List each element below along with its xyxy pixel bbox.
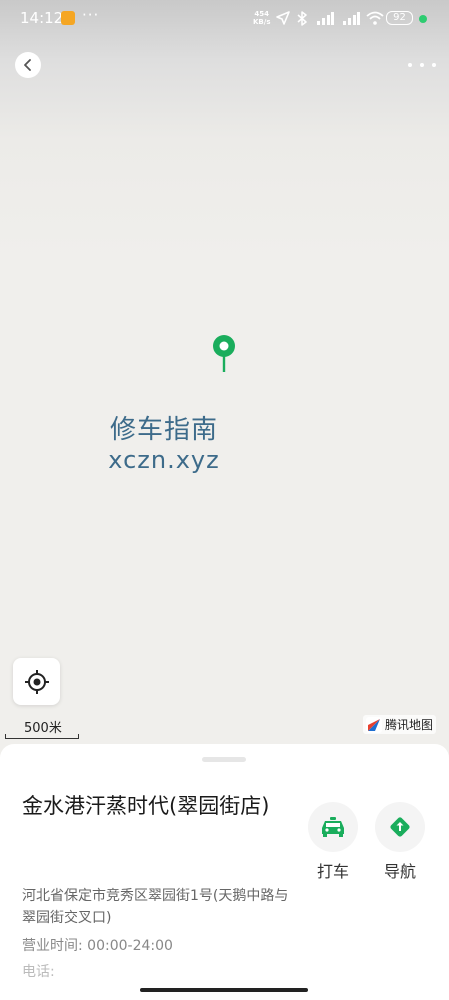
map-pin-icon[interactable] — [212, 334, 236, 374]
watermark: 修车指南 xczn.xyz — [107, 414, 221, 474]
more-menu-button[interactable] — [408, 52, 436, 78]
status-more-dots: ··· — [82, 6, 100, 24]
more-icon — [408, 63, 412, 67]
notification-app-icon — [61, 11, 75, 25]
poi-hours: 营业时间: 00:00-24:00 — [22, 938, 173, 954]
locate-icon — [24, 669, 49, 694]
net-speed-unit: KB/s — [253, 18, 271, 26]
navigate-label: 导航 — [383, 862, 416, 881]
map-view[interactable] — [0, 0, 449, 760]
net-speed-value: 454 — [254, 10, 270, 18]
location-arrow-icon — [276, 11, 290, 25]
poi-bottom-sheet[interactable]: 金水港汗蒸时代(翠园街店) 打车 导航 河北省保定市竞秀区翠园街1号(天鹅中路与… — [0, 744, 449, 1000]
sheet-drag-handle[interactable] — [202, 757, 246, 762]
locate-button[interactable] — [13, 658, 60, 705]
back-icon — [24, 59, 31, 71]
taxi-label: 打车 — [316, 862, 349, 881]
bluetooth-icon — [297, 10, 307, 26]
map-provider-name: 腾讯地图 — [385, 718, 434, 732]
status-bar: 14:12 ··· 454 KB/s 92 — [0, 0, 449, 36]
map-scale-bar — [5, 734, 79, 739]
poi-title: 金水港汗蒸时代(翠园街店) — [22, 794, 270, 818]
watermark-url: xczn.xyz — [108, 446, 220, 474]
map-provider-logo: 腾讯地图 — [363, 715, 437, 734]
taxi-button[interactable]: 打车 — [307, 802, 359, 882]
taxi-icon — [322, 817, 344, 837]
signal-icon — [343, 12, 360, 25]
watermark-title: 修车指南 — [109, 415, 218, 445]
home-indicator[interactable] — [140, 988, 308, 992]
battery-indicator: 92 — [386, 11, 413, 25]
poi-address: 河北省保定市竞秀区翠园街1号(天鹅中路与翠园街交叉口) — [22, 888, 289, 926]
poi-phone: 电话: — [22, 964, 55, 980]
signal-icon — [317, 12, 334, 25]
back-button[interactable] — [15, 52, 41, 78]
navigation-icon — [390, 817, 410, 837]
status-icons — [276, 10, 384, 26]
navigate-button[interactable]: 导航 — [374, 802, 426, 882]
tencent-map-logo-icon — [366, 716, 382, 733]
wifi-icon — [366, 11, 384, 25]
charging-dot — [419, 15, 427, 23]
net-speed: 454 KB/s — [253, 10, 270, 26]
status-time: 14:12 — [20, 9, 64, 27]
